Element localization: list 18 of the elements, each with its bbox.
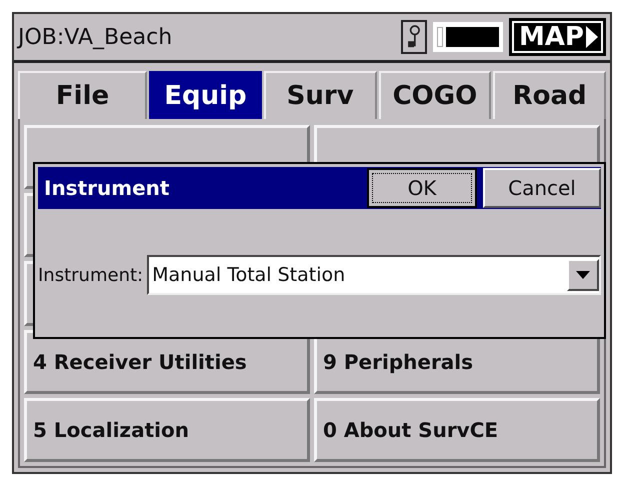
tab[interactable]: Equip [149,71,262,119]
field-label: Instrument: [38,264,144,286]
dialog-title: Instrument [43,176,170,200]
dropdown-arrow-icon [576,271,590,279]
instrument-icon [400,20,427,54]
triangle-icon [586,26,598,48]
tab[interactable]: Road [493,71,606,119]
tab[interactable]: Surv [264,71,377,119]
ok-button[interactable]: OK [367,168,477,208]
instrument-dropdown[interactable]: Manual Total Station [147,255,601,295]
cancel-button[interactable]: Cancel [483,168,601,208]
tab[interactable]: COGO [378,71,492,119]
map-button[interactable]: MAP [508,18,606,56]
menu-button[interactable]: 5 Localization [24,398,310,462]
menu-button[interactable]: 0 About SurvCE [314,398,600,462]
battery-icon [432,22,503,52]
job-title: JOB:VA_Beach [18,24,174,50]
tab[interactable]: File [18,71,148,119]
